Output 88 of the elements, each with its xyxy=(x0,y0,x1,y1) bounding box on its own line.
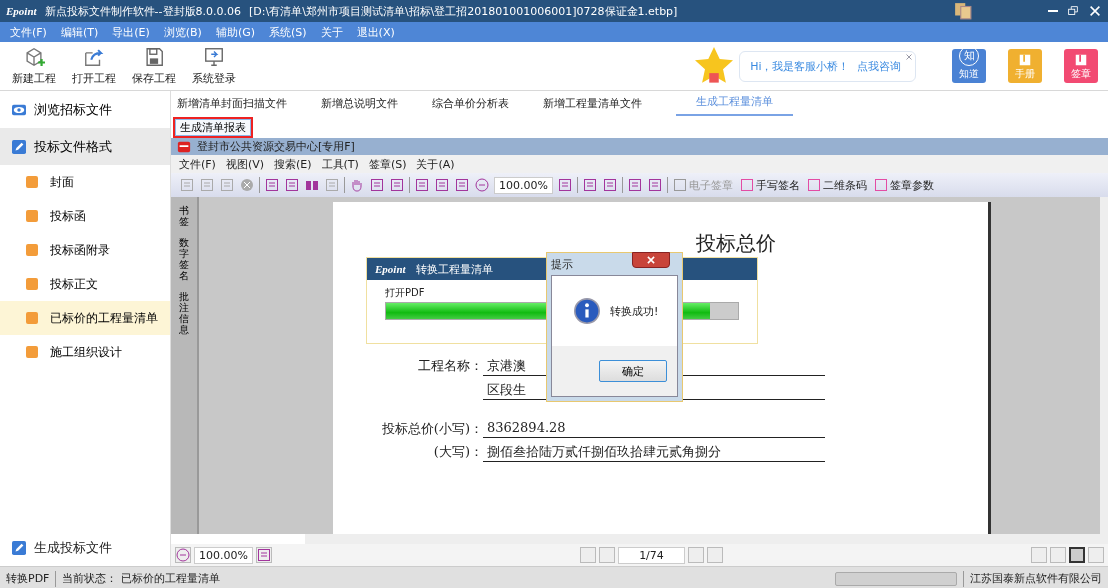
tab[interactable]: 生成工程量清单 xyxy=(676,94,793,116)
field-label: 工程名称： xyxy=(418,358,483,373)
field-label: 投标总价(小写)： xyxy=(381,421,483,436)
star-mascot-icon xyxy=(695,47,734,85)
close-button[interactable] xyxy=(632,252,670,268)
field-label: (大写)： xyxy=(433,444,483,459)
message-text: 转换成功! xyxy=(610,303,659,319)
company-name: 江苏国泰新点软件有限公司 xyxy=(970,571,1102,586)
book-icon xyxy=(1074,53,1088,67)
file-path: [D:\有清单\郑州市项目测试清单\招标\登工招201801001006001]0728保证金1.etbp] xyxy=(249,3,678,19)
menu-item[interactable]: 视图(V) xyxy=(225,156,265,172)
sidebar-item[interactable]: 投标文件格式 xyxy=(0,128,170,165)
minimize-icon[interactable] xyxy=(1048,10,1058,12)
page-number-field[interactable]: 1/74 xyxy=(618,546,685,564)
menu-item[interactable]: 辅助(G) xyxy=(215,24,256,40)
toolbar-button[interactable]: 新建工程 xyxy=(10,46,58,86)
toolbar-button[interactable]: 打开工程 xyxy=(70,46,118,86)
last-page-button[interactable] xyxy=(706,547,723,563)
progress-label: 打开PDF xyxy=(384,286,426,300)
restore-icon xyxy=(1066,4,1080,18)
info-icon xyxy=(574,298,600,324)
close-icon xyxy=(905,52,913,61)
dialog-title: 转换工程量清单 xyxy=(415,261,493,277)
side-tab[interactable]: 数字签名 xyxy=(179,237,189,281)
tab[interactable]: 综合单价分析表 xyxy=(432,96,509,116)
menu-item[interactable]: 关于 xyxy=(320,24,343,40)
zoom-field[interactable]: 100.00% xyxy=(494,176,553,194)
assistant-bubble[interactable]: Hi，我是客服小桥！ 点我咨询 xyxy=(739,50,916,82)
field-value: 8362894.28 xyxy=(483,420,825,438)
menu-item[interactable]: 编辑(T) xyxy=(60,24,99,40)
menu-item[interactable]: 文件(F) xyxy=(179,156,216,172)
vertical-scrollbar[interactable] xyxy=(1100,197,1108,534)
consult-link[interactable]: 点我咨询 xyxy=(857,59,901,73)
quick-button[interactable]: 签章 xyxy=(1064,49,1098,83)
menu-item[interactable]: 工具(T) xyxy=(321,156,359,172)
viewer-title: 登封市公共资源交易中心[专用F] xyxy=(197,139,355,154)
sign-tool-button[interactable]: 手写签名 xyxy=(738,177,802,193)
pdf-icon xyxy=(177,139,191,154)
tab[interactable]: 新增工程量清单文件 xyxy=(543,96,642,116)
previous-page-button[interactable] xyxy=(599,547,616,563)
dialog-logo: Epoint xyxy=(375,263,406,275)
quick-button[interactable]: 知 知道 xyxy=(952,49,986,83)
sign-tool-button[interactable]: 二维条码 xyxy=(805,177,869,193)
close-icon xyxy=(1088,4,1102,18)
eye-icon xyxy=(12,102,26,117)
sidebar-subitem[interactable]: 已标价的工程量清单 xyxy=(0,301,170,335)
window-title: 新点投标文件制作软件--登封版8.0.0.06 xyxy=(44,3,241,19)
pen-icon xyxy=(12,540,26,555)
menu-item[interactable]: 搜索(E) xyxy=(274,156,312,172)
toolbar-button[interactable]: 系统登录 xyxy=(190,46,238,86)
close-icon xyxy=(646,255,656,265)
next-page-button[interactable] xyxy=(687,547,704,563)
status-task: 转换PDF xyxy=(6,571,50,586)
menu-item[interactable]: 退出(X) xyxy=(356,24,395,40)
book-icon xyxy=(1018,53,1032,67)
menu-item[interactable]: 签章(S) xyxy=(368,156,407,172)
generate-report-button[interactable]: 生成清单报表 xyxy=(173,116,253,138)
stacked-pages-icon xyxy=(954,2,972,20)
menu-item[interactable]: 系统(S) xyxy=(269,24,307,40)
tab[interactable]: 新增清单封面扫描文件 xyxy=(177,96,287,116)
zoom-out-button[interactable] xyxy=(175,547,191,563)
cancel-icon xyxy=(239,177,255,193)
page-title: 投标总价 xyxy=(694,230,777,257)
zoom-field[interactable]: 100.00% xyxy=(194,546,253,564)
toolbar-button[interactable]: 保存工程 xyxy=(130,46,178,86)
field-value: 捌佰叁拾陆万贰仟捌佰玖拾肆元贰角捌分 xyxy=(483,443,825,462)
pen-icon xyxy=(12,139,26,154)
status-text: 当前状态： 已标价的工程量清单 xyxy=(62,571,220,586)
horizontal-scrollbar[interactable] xyxy=(305,534,1108,544)
menu-item[interactable]: 导出(E) xyxy=(112,24,150,40)
sign-tool-button[interactable]: 签章参数 xyxy=(872,177,936,193)
generate-file-link[interactable]: 生成投标文件 xyxy=(34,538,112,557)
side-tab[interactable]: 书签 xyxy=(179,205,189,227)
menu-item[interactable]: 浏览(B) xyxy=(163,24,202,40)
cube-plus-icon xyxy=(23,46,45,68)
ok-button[interactable]: 确定 xyxy=(599,360,667,382)
menu-item[interactable]: 关于(A) xyxy=(416,156,455,172)
dialog-title: 提示 xyxy=(551,256,573,272)
menu-item[interactable]: 文件(F) xyxy=(10,24,47,40)
zoom-out-icon xyxy=(175,547,191,563)
view-mode-button[interactable] xyxy=(1069,547,1085,563)
app-logo: Epoint xyxy=(6,5,37,17)
first-page-button[interactable] xyxy=(580,547,597,563)
side-tab[interactable]: 批注信息 xyxy=(179,291,189,335)
zoom-out-icon xyxy=(474,177,490,193)
tab[interactable]: 新增总说明文件 xyxy=(321,96,398,116)
assistant-message: Hi，我是客服小桥！ xyxy=(750,59,850,73)
monitor-icon xyxy=(203,46,225,68)
